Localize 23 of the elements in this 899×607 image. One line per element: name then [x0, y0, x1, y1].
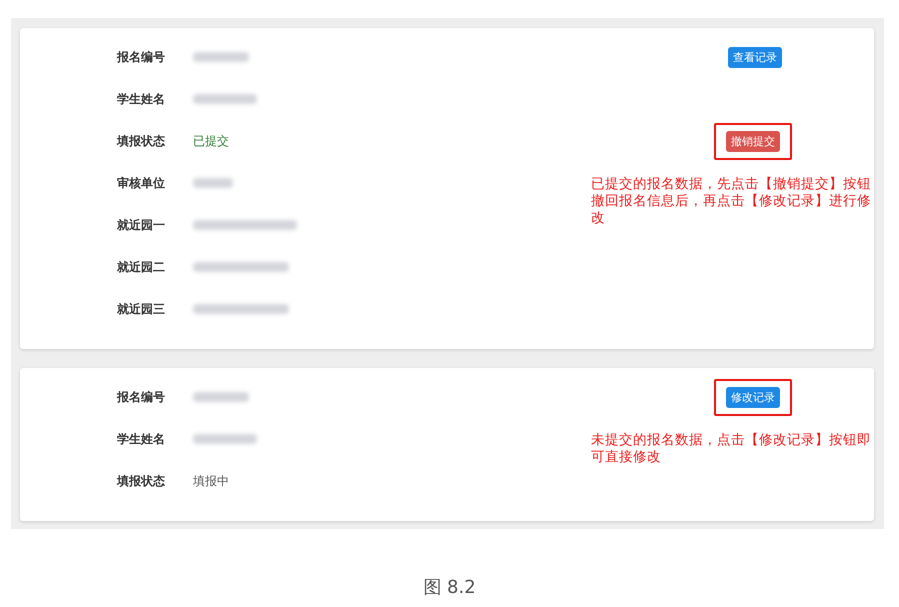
blurred-value: [193, 178, 233, 188]
status-value: 已提交: [193, 134, 229, 148]
figure-caption: 图 8.2: [423, 576, 476, 599]
record-button[interactable]: 查看记录: [728, 46, 782, 68]
field-label: 就近园一: [117, 216, 165, 234]
field-label: 填报状态: [117, 472, 165, 490]
field-label: 填报状态: [117, 132, 165, 150]
field-label: 学生姓名: [117, 430, 165, 448]
status-value: 填报中: [193, 474, 229, 488]
blurred-value: [193, 434, 257, 444]
field-label: 报名编号: [117, 388, 165, 406]
blurred-value: [193, 94, 257, 104]
field-label: 报名编号: [117, 48, 165, 66]
blurred-value: [193, 392, 249, 402]
field-label: 就近园二: [117, 258, 165, 276]
field-label: 审核单位: [117, 174, 165, 192]
annotation-note: 未提交的报名数据，点击【修改记录】按钮即可直接修改: [591, 432, 872, 466]
annotation-note: 已提交的报名数据，先点击【撤销提交】按钮撤回报名信息后，再点击【修改记录】进行修改: [591, 176, 872, 227]
record-button[interactable]: 修改记录: [726, 386, 780, 408]
blurred-value: [193, 52, 249, 62]
field-label: 学生姓名: [117, 90, 165, 108]
revoke-button[interactable]: 撤销提交: [726, 130, 780, 152]
field-label: 就近园三: [117, 300, 165, 318]
